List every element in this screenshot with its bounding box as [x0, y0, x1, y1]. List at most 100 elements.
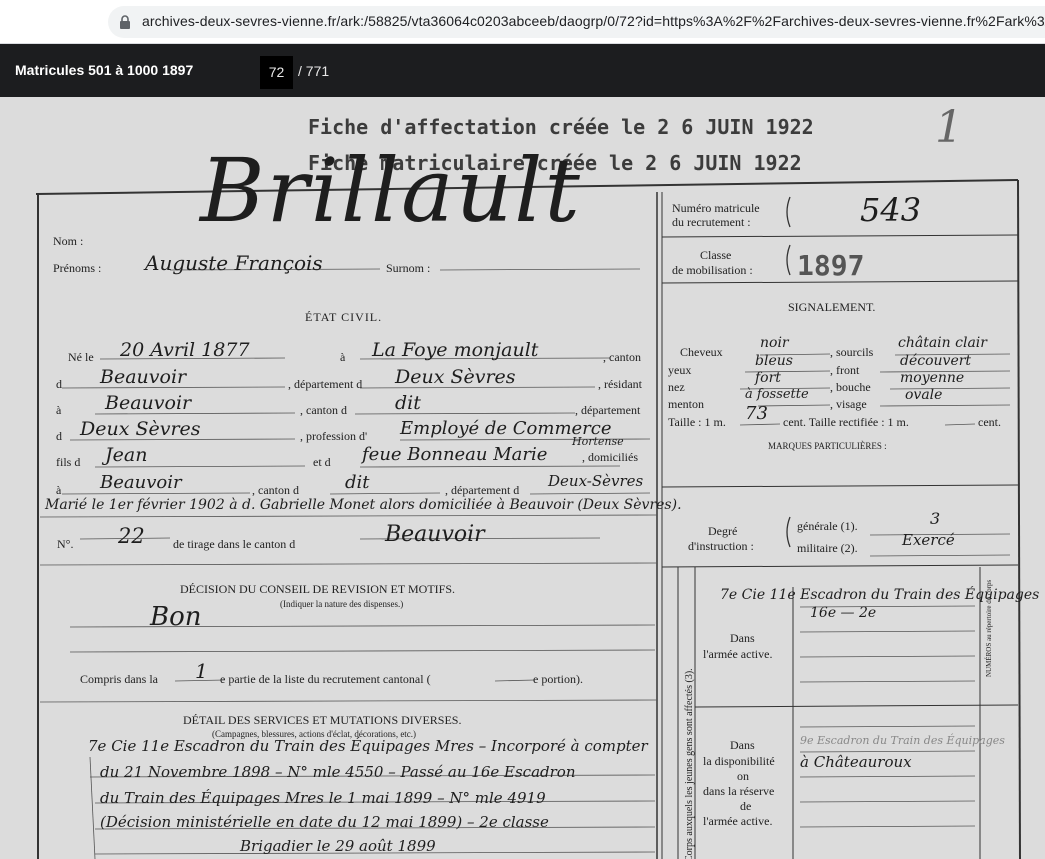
label-departement-d: , département d: [288, 377, 363, 391]
section-etat-civil: ÉTAT CIVIL.: [305, 310, 383, 324]
label-dispo-3: on: [737, 769, 749, 783]
label-portion: e portion).: [533, 672, 583, 686]
label-yeux: yeux: [668, 363, 692, 377]
label-classe: Classe: [700, 248, 732, 262]
label-dispo-2: la disponibilité: [703, 754, 775, 768]
label-front: , front: [830, 363, 860, 377]
decision-value: Bon: [150, 602, 202, 632]
label-profession: , profession d': [300, 429, 368, 443]
label-de-2: d: [56, 429, 62, 443]
numero-matricule-value: 543: [860, 191, 922, 229]
label-domicilies: , domiciliés: [582, 450, 638, 464]
label-de-mobilisation: de mobilisation :: [672, 263, 753, 277]
label-de-1: d: [56, 377, 62, 391]
document-title: Matricules 501 à 1000 1897: [15, 62, 194, 78]
label-dispo-6: l'armée active.: [703, 814, 773, 828]
label-dispo-1: Dans: [730, 738, 755, 752]
label-partie: e partie de la liste du recrutement cant…: [220, 672, 431, 686]
detail-line-4: (Décision ministérielle en date du 12 ma…: [100, 813, 549, 831]
label-a-3: à: [56, 483, 62, 497]
menton-value: à fossette: [745, 387, 809, 402]
service-affectation-2b: à Châteauroux: [800, 753, 912, 771]
birth-date: 20 Avril 1877: [120, 339, 250, 361]
sourcils-value: châtain clair: [898, 335, 987, 351]
label-sourcils: , sourcils: [830, 345, 874, 359]
domicile-canton: dit: [345, 472, 370, 493]
label-militaire: militaire (2).: [797, 541, 858, 555]
label-surnom: Surnom :: [386, 261, 431, 275]
domicile-departement: Deux-Sèvres: [548, 472, 644, 490]
label-prenoms: Prénoms :: [53, 261, 102, 275]
detail-title: DÉTAIL DES SERVICES ET MUTATIONS DIVERSE…: [183, 713, 462, 727]
cheveux-value: noir: [760, 335, 789, 351]
label-nom: Nom :: [53, 234, 84, 248]
label-cent: cent.: [978, 415, 1001, 429]
label-ne-le: Né le: [68, 350, 94, 364]
partie-value: 1: [195, 659, 208, 683]
label-taille: Taille : 1 m.: [668, 415, 726, 429]
signalement-title: SIGNALEMENT.: [788, 300, 876, 314]
mother-name: feue Bonneau Marie: [362, 444, 548, 465]
domicile: Beauvoir: [100, 472, 182, 493]
label-generale: générale (1).: [797, 519, 858, 533]
label-dispo-4: dans la réserve: [703, 784, 775, 798]
label-bouche: , bouche: [830, 380, 871, 394]
service-affectation-1b: 16e — 2e: [810, 605, 877, 621]
birth-canton: Beauvoir: [100, 366, 187, 388]
label-marques: MARQUES PARTICULIÈRES :: [768, 441, 887, 451]
lock-icon[interactable]: [119, 15, 131, 29]
page-number-input[interactable]: 72: [260, 56, 293, 89]
url-text[interactable]: archives-deux-sevres-vienne.fr/ark:/5882…: [142, 13, 1045, 29]
instruction-generale: 3: [930, 509, 941, 528]
detail-line-2: du 21 Novembre 1898 – N° mle 4550 – Pass…: [100, 763, 576, 781]
corps-side-label: Corps auxquels les jeunes gens sont affe…: [684, 668, 695, 859]
stamp-affectation: Fiche d'affectation créée le 2 6 JUIN 19…: [308, 115, 814, 139]
label-compris: Compris dans la: [80, 672, 158, 686]
label-departement-d-2: , département d: [445, 483, 520, 497]
residence-departement: Deux Sèvres: [80, 418, 201, 440]
decision-subtitle: (Indiquer la nature des dispenses.): [280, 599, 404, 609]
label-instruction: d'instruction :: [688, 539, 754, 553]
classe-value: 1897: [797, 249, 865, 282]
label-menton: menton: [668, 397, 704, 411]
nez-value: fort: [755, 370, 781, 386]
detail-line-3: du Train des Équipages Mres le 1 mai 189…: [100, 789, 546, 807]
decision-title: DÉCISION DU CONSEIL DE REVISION ET MOTIF…: [180, 582, 455, 596]
label-dispo-5: de: [740, 799, 752, 813]
label-cheveux: Cheveux: [680, 345, 723, 359]
surname-handwritten: Brillault: [200, 139, 582, 242]
prenoms-value: Auguste François: [145, 251, 323, 275]
label-departement: , département: [575, 403, 641, 417]
label-canton: , canton: [603, 350, 641, 364]
label-du-recrutement: du recrutement :: [672, 215, 751, 229]
page-total: / 771: [298, 63, 330, 79]
numero-side-label: NUMÉROS au répertoire du corps: [985, 579, 993, 677]
label-visage: , visage: [830, 397, 867, 411]
label-fils-d: fils d: [56, 455, 81, 469]
front-value: découvert: [900, 353, 972, 369]
browser-url-bar: archives-deux-sevres-vienne.fr/ark:/5882…: [0, 0, 1045, 44]
numero-tirage: 22: [118, 524, 145, 548]
label-a-2: à: [56, 403, 62, 417]
label-nez: nez: [668, 380, 685, 394]
detail-line-5: Brigadier le 29 août 1899: [240, 837, 436, 855]
label-degre: Degré: [708, 524, 738, 538]
label-et-d: et d: [313, 455, 331, 469]
detail-line-1: 7e Cie 11e Escadron du Train des Équipag…: [88, 737, 648, 755]
marriage-note: Marié le 1er février 1902 à d. Gabrielle…: [45, 497, 682, 513]
label-a: à: [340, 350, 346, 364]
label-numero-matricule: Numéro matricule: [672, 201, 760, 215]
residence: Beauvoir: [105, 392, 192, 414]
label-numero: N°.: [57, 537, 74, 551]
visage-value: ovale: [905, 387, 943, 403]
label-canton-d-2: , canton d: [252, 483, 299, 497]
label-taille-rectifiee: cent. Taille rectifiée : 1 m.: [783, 415, 909, 429]
label-canton-d: , canton d: [300, 403, 347, 417]
label-tirage: de tirage dans le canton d: [173, 537, 296, 551]
birth-departement: Deux Sèvres: [395, 366, 516, 388]
mother-extra: Hortense: [572, 435, 624, 448]
residence-canton: dit: [395, 392, 421, 414]
label-residant: , résidant: [598, 377, 642, 391]
label-armee-active-1: Dans: [730, 631, 755, 645]
yeux-value: bleus: [755, 353, 793, 369]
